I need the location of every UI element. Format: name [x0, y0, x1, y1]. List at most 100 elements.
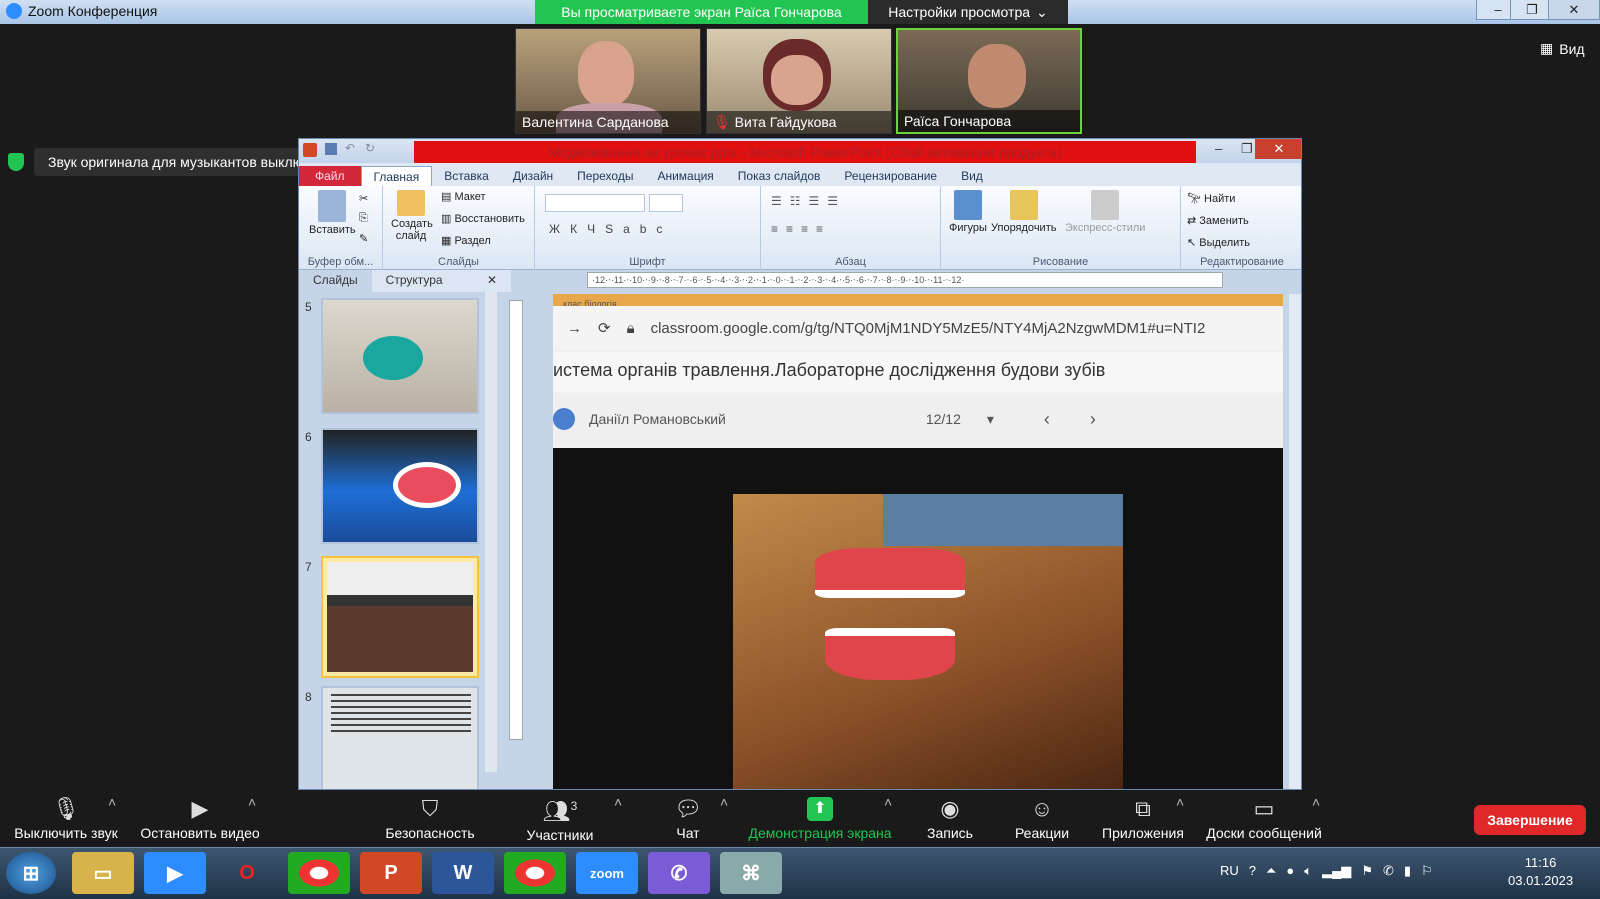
slide-scrollbar[interactable] [1289, 294, 1301, 789]
mic-muted-icon: 🎙︎ [713, 114, 735, 130]
thumbnail-image [327, 562, 473, 672]
opera-icon[interactable]: O [216, 852, 278, 894]
tab-slideshow[interactable]: Показ слайдов [726, 166, 833, 186]
horizontal-ruler: ·12·‧·11·‧·10·‧·9·‧·8·‧·7·‧·6·‧·5·‧·4·‧·… [587, 272, 1223, 288]
undo-icon[interactable]: ↶ [345, 141, 355, 155]
find-button[interactable]: 🔭︎ Найти [1187, 192, 1235, 205]
slide-thumbnail[interactable] [321, 686, 479, 789]
flag-icon[interactable]: ⚐ [1421, 863, 1433, 879]
view-button[interactable]: ▦ Вид [1540, 40, 1585, 57]
viber-tray-icon[interactable]: ✆ [1383, 863, 1394, 879]
font-format-buttons[interactable]: ЖКЧSabc [549, 222, 672, 236]
whiteboards-button[interactable]: ▭ Доски сообщений [1200, 790, 1328, 847]
end-meeting-button[interactable]: Завершение [1474, 805, 1586, 835]
close-button[interactable]: ✕ [1548, 0, 1600, 20]
signal-icon[interactable]: ▂▄▆ [1322, 863, 1351, 879]
chevron-up-icon[interactable]: ˄ [1176, 794, 1184, 810]
assignment-heading: истема органів травлення.Лабораторне дос… [553, 352, 1283, 392]
slide-thumbnail-selected[interactable] [321, 556, 479, 678]
tab-transitions[interactable]: Переходы [565, 166, 645, 186]
tab-home[interactable]: Главная [360, 166, 433, 186]
start-button[interactable]: ⊞ [6, 852, 56, 894]
thumbnails-scrollbar[interactable] [485, 292, 497, 772]
tab-view[interactable]: Вид [949, 166, 995, 186]
forward-icon[interactable]: → [567, 320, 582, 337]
language-indicator[interactable]: RU [1220, 863, 1239, 879]
participants-button[interactable]: 👥︎3 Участники [520, 790, 600, 847]
mute-button[interactable]: 🎙︎ Выключить звук [10, 790, 122, 847]
view-settings-button[interactable]: Настройки просмотра ⌄ [868, 0, 1068, 24]
tab-outline[interactable]: Структура [372, 270, 457, 292]
chevron-down-icon: ⌄ [1036, 3, 1048, 20]
new-slide-button[interactable]: Создать слайд [391, 190, 433, 242]
zoom-app-icon[interactable]: zoom [576, 852, 638, 894]
reactions-button[interactable]: ☺ Реакции [1010, 790, 1074, 847]
reset-button[interactable]: ▥ Восстановить [441, 212, 525, 225]
network-icon[interactable]: ⚑ [1361, 863, 1373, 879]
zoom-meeting-icon[interactable]: ▶ [144, 852, 206, 894]
next-arrow-icon[interactable]: › [1090, 409, 1096, 430]
reload-icon[interactable]: ⟳ [598, 319, 611, 337]
save-icon[interactable] [325, 143, 337, 155]
video-button[interactable]: ▶︎ Остановить видео [138, 790, 262, 847]
zoom-tray-icon[interactable]: ● [1286, 863, 1294, 879]
copy-icon[interactable]: ⎘ [359, 212, 368, 225]
prev-arrow-icon[interactable]: ‹ [1044, 409, 1050, 430]
chevron-up-icon[interactable]: ˄ [1312, 794, 1320, 810]
security-button[interactable]: ⛉ Безопасность [380, 790, 480, 847]
chevron-up-icon[interactable]: ˄ [720, 794, 728, 810]
explorer-icon[interactable]: ▭ [72, 852, 134, 894]
ppt-maximize-button[interactable]: ❐ [1241, 141, 1253, 157]
powerpoint-taskbar-icon[interactable]: P [360, 852, 422, 894]
arrange-button[interactable]: Упорядочить [991, 190, 1056, 234]
viber-icon[interactable]: ✆ [648, 852, 710, 894]
share-screen-button[interactable]: ⬆ Демонстрация экрана [746, 790, 894, 847]
paste-button[interactable]: Вставить [309, 190, 356, 236]
ppt-close-button[interactable]: ✕ [1255, 139, 1301, 159]
redo-icon[interactable]: ↻ [365, 141, 375, 155]
slide-thumbnail[interactable] [321, 428, 479, 544]
tab-review[interactable]: Рецензирование [832, 166, 949, 186]
chevron-up-icon[interactable]: ˄ [614, 794, 622, 810]
chevron-up-icon[interactable]: ˄ [884, 794, 892, 810]
battery-icon[interactable]: ▮ [1404, 863, 1411, 879]
record-button[interactable]: ◉ Запись [920, 790, 980, 847]
layout-button[interactable]: ▤ Макет [441, 190, 486, 203]
ppt-minimize-button[interactable]: – [1215, 141, 1222, 156]
chat-button[interactable]: 💬︎ Чат [660, 790, 716, 847]
tab-design[interactable]: Дизайн [501, 166, 565, 186]
address-url[interactable]: classroom.google.com/g/tg/NTQ0MjM1NDY5Mz… [651, 320, 1206, 337]
close-pane-icon[interactable]: ✕ [473, 270, 511, 292]
font-size-field[interactable] [649, 194, 683, 212]
chrome-icon[interactable] [288, 852, 350, 894]
tab-file[interactable]: Файл [299, 166, 361, 186]
chrome-icon[interactable] [504, 852, 566, 894]
slide-thumbnail[interactable] [321, 298, 479, 414]
window-title: Zoom Конференция [28, 3, 158, 19]
video-tile-active-speaker[interactable]: Раїса Гончарова [896, 28, 1082, 134]
format-painter-icon[interactable]: ✎ [359, 232, 368, 245]
align-buttons[interactable]: ≡≡≡≡ [771, 222, 831, 236]
word-icon[interactable]: W [432, 852, 494, 894]
tab-animations[interactable]: Анимация [645, 166, 725, 186]
list-buttons[interactable]: ☰☷☰☰ [771, 194, 846, 208]
shapes-button[interactable]: Фигуры [949, 190, 987, 234]
help-icon[interactable]: ? [1249, 863, 1256, 879]
cut-icon[interactable]: ✂ [359, 192, 368, 205]
volume-icon[interactable]: 🔈︎ [1304, 863, 1312, 879]
chevron-up-icon[interactable]: ˄ [108, 794, 116, 810]
video-tile[interactable]: Валентина Сарданова [515, 28, 701, 134]
replace-button[interactable]: ⇄ Заменить [1187, 214, 1249, 227]
video-tile[interactable]: 🎙︎ Вита Гайдукова [706, 28, 892, 134]
chevron-up-icon[interactable]: ˄ [248, 794, 256, 810]
tab-insert[interactable]: Вставка [432, 166, 501, 186]
font-name-field[interactable] [545, 194, 645, 212]
section-button[interactable]: ▦ Раздел [441, 234, 491, 247]
chevron-down-icon[interactable]: ▾ [987, 411, 994, 428]
tab-slides[interactable]: Слайды [299, 270, 372, 292]
tray-arrow-icon[interactable]: ⏶ [1266, 863, 1276, 879]
clock[interactable]: 11:16 03.01.2023 [1508, 854, 1573, 890]
network-app-icon[interactable]: ⌘ [720, 852, 782, 894]
quick-styles-button[interactable]: Экспресс-стили [1065, 190, 1145, 234]
select-button[interactable]: ↖ Выделить [1187, 236, 1250, 249]
